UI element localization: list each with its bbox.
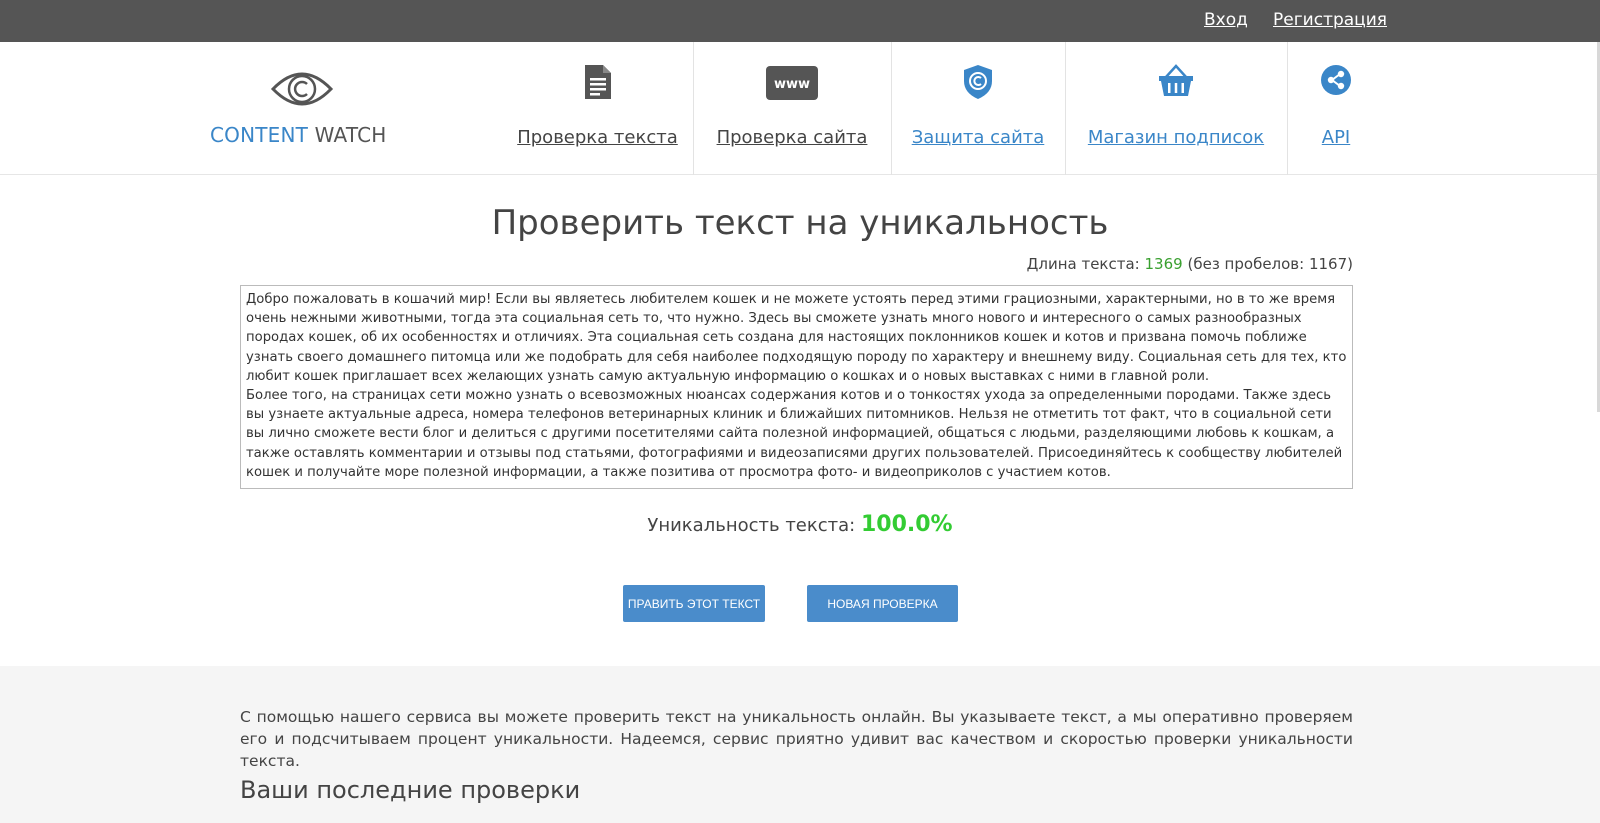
- edit-text-button[interactable]: Править этот текст: [623, 585, 765, 622]
- text-paragraph: Добро пожаловать в кошачий мир! Если вы …: [246, 292, 1347, 384]
- text-length-label: Длина текста:: [1026, 255, 1140, 273]
- logo-text-watch: WATCH: [314, 123, 387, 147]
- logo[interactable]: CONTENT WATCH: [210, 67, 395, 152]
- top-bar: Вход Регистрация: [0, 0, 1600, 42]
- nav-site-protection-label: Защита сайта: [911, 127, 1045, 148]
- uniqueness-result: Уникальность текста: 100.0%: [0, 512, 1600, 537]
- register-link[interactable]: Регистрация: [1273, 10, 1387, 30]
- text-length-value: 1369: [1144, 255, 1183, 273]
- share-nodes-icon: [1287, 64, 1385, 96]
- shield-copyright-icon: [891, 64, 1065, 100]
- nav-text-check-label: Проверка текста: [517, 127, 678, 148]
- svg-text:www: www: [774, 77, 810, 92]
- basket-icon: [1065, 64, 1287, 98]
- nav-subscriptions-label: Магазин подписок: [1087, 127, 1265, 148]
- eye-copyright-icon: [270, 67, 334, 115]
- nav-api-label: API: [1321, 127, 1351, 148]
- nav-api[interactable]: API: [1287, 42, 1385, 175]
- logo-text: CONTENT WATCH: [210, 123, 387, 147]
- nav-site-check[interactable]: www Проверка сайта: [693, 42, 891, 175]
- text-paragraph: Более того, на страницах сети можно узна…: [246, 388, 1343, 480]
- checked-text-area[interactable]: Добро пожаловать в кошачий мир! Если вы …: [240, 285, 1353, 489]
- login-link[interactable]: Вход: [1204, 10, 1248, 30]
- new-check-button[interactable]: Новая проверка: [807, 585, 958, 622]
- service-description: С помощью нашего сервиса вы можете прове…: [240, 708, 1353, 770]
- uniqueness-label: Уникальность текста:: [647, 515, 856, 536]
- nav-site-protection[interactable]: Защита сайта: [891, 42, 1065, 175]
- uniqueness-value: 100.0%: [860, 512, 953, 537]
- logo-text-content: CONTENT: [210, 123, 309, 147]
- site-header: CONTENT WATCH Проверка текста www Провер…: [0, 42, 1600, 175]
- nav-site-check-label: Проверка сайта: [716, 127, 868, 148]
- text-length: Длина текста: 1369 (без пробелов: 1167): [1027, 255, 1353, 273]
- nav-text-check[interactable]: Проверка текста: [505, 42, 690, 175]
- document-icon: [505, 64, 690, 100]
- page-title: Проверить текст на уникальность: [491, 203, 1109, 243]
- text-length-nospace: (без пробелов: 1167): [1187, 255, 1353, 273]
- nav-subscriptions[interactable]: Магазин подписок: [1065, 42, 1287, 175]
- www-icon: www: [693, 66, 891, 100]
- recent-checks-heading: Ваши последние проверки: [240, 776, 581, 804]
